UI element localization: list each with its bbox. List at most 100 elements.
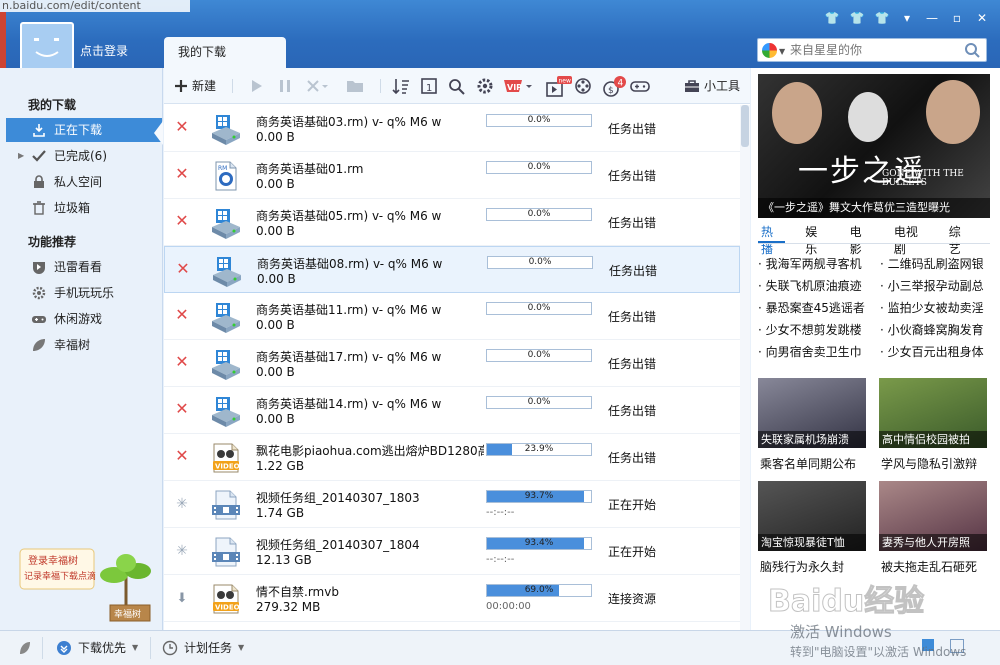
scrollbar-thumb[interactable] bbox=[741, 105, 749, 147]
tab-variety[interactable]: 综艺 bbox=[946, 223, 973, 256]
skin2-icon[interactable]: 👕 bbox=[849, 10, 865, 26]
film-reel-button[interactable] bbox=[574, 76, 592, 96]
news-link[interactable]: · 少女不想剪发跳楼 bbox=[758, 319, 870, 341]
sidebar-item-mobile-fun[interactable]: 手机玩玩乐 bbox=[6, 281, 162, 305]
avatar-face-icon bbox=[34, 38, 59, 57]
news-link[interactable]: · 二维码乱刷盗网银 bbox=[880, 253, 992, 275]
download-row[interactable]: ✳ 视频任务组_20140307_1804 12.13 GB 93.4% --:--:-… bbox=[164, 528, 740, 575]
install-package-icon bbox=[210, 301, 242, 333]
search-task-button[interactable] bbox=[448, 76, 466, 96]
video-new-button[interactable]: new bbox=[546, 76, 572, 97]
pause-button[interactable] bbox=[278, 76, 292, 96]
new-task-button[interactable]: 新建 bbox=[174, 76, 216, 96]
thumb-label[interactable]: 被夫拖走乱石砸死 bbox=[881, 558, 977, 575]
news-thumb[interactable]: 失联家属机场崩溃 bbox=[758, 378, 866, 448]
thumb-label[interactable]: 脑残行为永久封 bbox=[760, 558, 844, 575]
happy-tree-promo[interactable]: 登录幸福树 记录幸福下载点滴 幸福树 bbox=[14, 535, 154, 627]
error-icon[interactable]: ✕ bbox=[175, 352, 188, 371]
news-link[interactable]: · 小伙裔蜂窝胸发育 bbox=[880, 319, 992, 341]
news-link[interactable]: · 失联飞机原油痕迹 bbox=[758, 275, 870, 297]
tab-movies[interactable]: 电影 bbox=[847, 223, 874, 256]
sidebar-item-completed[interactable]: ▶ 已完成(6) bbox=[6, 144, 162, 168]
sidebar-item-casual-games[interactable]: 休闲游戏 bbox=[6, 307, 162, 331]
game-button[interactable] bbox=[630, 76, 650, 96]
leaf-button[interactable] bbox=[18, 639, 32, 657]
view-grid-icon[interactable] bbox=[950, 639, 964, 653]
scheduled-tasks-button[interactable]: 计划任务 ▼ bbox=[162, 639, 244, 657]
search-icon[interactable] bbox=[964, 42, 981, 59]
error-icon[interactable]: ✕ bbox=[175, 305, 188, 324]
news-link[interactable]: · 向男宿舍卖卫生巾 bbox=[758, 341, 870, 363]
expand-arrow-icon[interactable]: ▶ bbox=[18, 144, 24, 168]
sidebar-item-private-space[interactable]: 私人空间 bbox=[6, 170, 162, 194]
thumb-label[interactable]: 学风与隐私引激辩 bbox=[881, 455, 977, 472]
message-button[interactable]: $4 bbox=[602, 76, 626, 97]
download-row[interactable]: ✕ 商务英语基础11.rm) v- q% M6 w 0.00 B 0.0% 任务出错 bbox=[164, 293, 740, 340]
start-button[interactable] bbox=[250, 76, 264, 96]
vip-button[interactable]: VIP bbox=[502, 76, 534, 96]
task-status: 任务出错 bbox=[608, 310, 657, 324]
tab-tv[interactable]: 电视剧 bbox=[891, 223, 929, 256]
download-row[interactable]: ✕ RM 商务英语基础01.rm 0.00 B 0.0% 任务出错 bbox=[164, 152, 740, 199]
download-row[interactable]: ⬇ VIDEO 情不自禁.rmvb 279.32 MB 69.0% 00:00:00 连接资… bbox=[164, 575, 740, 622]
news-link[interactable]: · 少女百元出租身体 bbox=[880, 341, 992, 363]
download-row[interactable]: ✕ VIDEO 飘花电影piaohua.com逃出熔炉BD1280高... 1.22 … bbox=[164, 434, 740, 481]
error-icon[interactable]: ✕ bbox=[175, 446, 188, 465]
avatar[interactable] bbox=[20, 22, 74, 72]
download-row[interactable]: ✕ 商务英语基础03.rm) v- q% M6 w 0.00 B 0.0% 任务出错 bbox=[164, 105, 740, 152]
close-icon[interactable]: ✕ bbox=[974, 10, 990, 26]
thumb-label[interactable]: 乘客名单同期公布 bbox=[760, 455, 856, 472]
skin3-icon[interactable]: 👕 bbox=[874, 10, 890, 26]
error-icon[interactable]: ✕ bbox=[176, 259, 189, 278]
sidebar-item-downloading[interactable]: 正在下载 bbox=[6, 118, 162, 142]
error-icon[interactable]: ✕ bbox=[175, 399, 188, 418]
tab-entertainment[interactable]: 娱乐 bbox=[802, 223, 829, 256]
pause-icon bbox=[280, 80, 290, 92]
error-icon[interactable]: ✕ bbox=[175, 117, 188, 136]
mini-tools-button[interactable]: 小工具 bbox=[684, 76, 740, 96]
movie-ad-banner[interactable]: 一步之遥 GONE WITH THE BULLETS 《一步之遥》舞文大作葛优三… bbox=[758, 74, 990, 218]
download-row[interactable]: ✕ 商务英语基础05.rm) v- q% M6 w 0.00 B 0.0% 任务出错 bbox=[164, 199, 740, 246]
tab-my-downloads[interactable]: 我的下载 bbox=[164, 37, 286, 69]
chevron-down-icon[interactable]: ▼ bbox=[779, 47, 785, 56]
sort-button[interactable] bbox=[392, 76, 410, 96]
settings-button[interactable] bbox=[476, 76, 494, 96]
menu-icon[interactable]: ▾ bbox=[899, 10, 915, 26]
download-row[interactable]: ✕ 商务英语基础14.rm) v- q% M6 w 0.00 B 0.0% 任务出错 bbox=[164, 387, 740, 434]
minimize-icon[interactable]: — bbox=[924, 10, 940, 26]
news-thumb[interactable]: 妻秀与他人开房照 bbox=[879, 481, 987, 551]
thumb-caption: 高中情侣校园被拍 bbox=[879, 431, 987, 448]
sidebar-item-trash[interactable]: 垃圾箱 bbox=[6, 196, 162, 220]
search-engine-icon[interactable] bbox=[762, 43, 777, 58]
tab-hot[interactable]: 热播 bbox=[758, 223, 786, 256]
news-row: · 暴恐案查45逃谣者 · 监拍少女被劫卖淫 bbox=[758, 297, 992, 319]
news-link[interactable]: · 监拍少女被劫卖淫 bbox=[880, 297, 992, 319]
list-scrollbar[interactable] bbox=[740, 105, 750, 630]
restore-icon[interactable]: ▫ bbox=[949, 10, 965, 26]
open-folder-button[interactable] bbox=[346, 76, 364, 96]
news-link[interactable]: · 暴恐案查45逃谣者 bbox=[758, 297, 870, 319]
error-icon[interactable]: ✕ bbox=[175, 164, 188, 183]
delete-button[interactable] bbox=[306, 76, 330, 96]
calendar-button[interactable]: 1 bbox=[420, 76, 438, 96]
sidebar-item-xunlei-kankan[interactable]: 迅雷看看 bbox=[6, 255, 162, 279]
divider bbox=[232, 79, 233, 93]
login-link[interactable]: 点击登录 bbox=[80, 42, 128, 59]
sidebar-item-happy-tree[interactable]: 幸福树 bbox=[6, 333, 162, 357]
skin-icon[interactable]: 👕 bbox=[824, 10, 840, 26]
download-row[interactable]: ✕ 商务英语基础08.rm) v- q% M6 w 0.00 B 0.0% 任务出错 bbox=[164, 246, 740, 293]
progress-bar: 0.0% bbox=[487, 256, 593, 269]
download-priority-button[interactable]: 下载优先 ▼ bbox=[56, 639, 138, 657]
news-thumb[interactable]: 高中情侣校园被拍 bbox=[879, 378, 987, 448]
error-icon[interactable]: ✕ bbox=[175, 211, 188, 230]
download-row[interactable]: ✕ 商务英语基础17.rm) v- q% M6 w 0.00 B 0.0% 任务出错 bbox=[164, 340, 740, 387]
file-size: 0.00 B bbox=[256, 412, 295, 426]
news-link[interactable]: · 我海军两舰寻客机 bbox=[758, 253, 870, 275]
delete-icon bbox=[307, 80, 328, 92]
video-file-icon: VIDEO bbox=[210, 583, 242, 615]
news-thumb[interactable]: 淘宝惊现暴徒T恤 bbox=[758, 481, 866, 551]
news-link[interactable]: · 小三举报孕动副总 bbox=[880, 275, 992, 297]
view-list-icon[interactable] bbox=[922, 639, 934, 651]
download-row[interactable]: ✳ 视频任务组_20140307_1803 1.74 GB 93.7% --:--:--… bbox=[164, 481, 740, 528]
search-input[interactable] bbox=[790, 41, 960, 59]
